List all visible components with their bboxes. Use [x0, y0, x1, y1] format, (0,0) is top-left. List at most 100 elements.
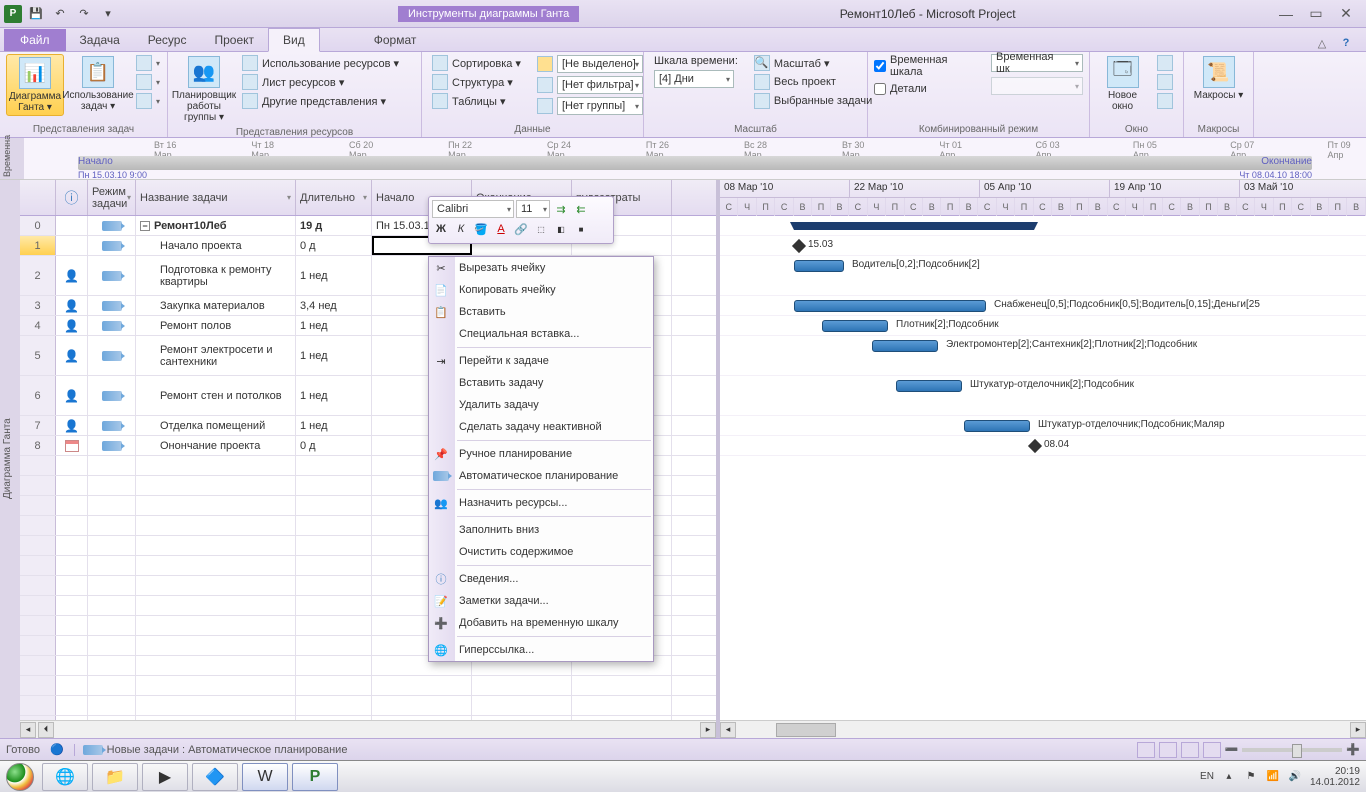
selected-tasks-button[interactable]: Выбранные задачи: [750, 92, 876, 110]
timeline-bar[interactable]: [78, 156, 1312, 170]
switch-windows-button[interactable]: [1153, 54, 1177, 72]
ctx-manual-schedule[interactable]: 📌Ручное планирование: [429, 443, 653, 465]
save-icon[interactable]: 💾: [26, 4, 46, 24]
zoom-out-icon[interactable]: ➖: [1225, 743, 1239, 756]
ctx-hyperlink[interactable]: 🌐Гиперссылка...: [429, 639, 653, 661]
milestone-marker[interactable]: [1028, 439, 1042, 453]
unlink-tasks-icon[interactable]: ⇇: [572, 200, 590, 218]
font-family-combo[interactable]: Calibri: [432, 200, 514, 218]
tray-lang[interactable]: EN: [1200, 771, 1214, 782]
zoom-in-icon[interactable]: ➕: [1346, 743, 1360, 756]
status-new-tasks[interactable]: Новые задачи : Автоматическое планирован…: [74, 744, 348, 756]
scroll-right-icon[interactable]: ▸: [700, 722, 716, 738]
sort-button[interactable]: Сортировка ▾: [428, 54, 525, 72]
tray-flag-icon[interactable]: ⚑: [1244, 770, 1258, 784]
view-gantt-icon[interactable]: [1137, 742, 1155, 758]
view-side-tab[interactable]: Диаграмма Ганта: [0, 180, 20, 738]
taskbar-explorer[interactable]: 📁: [92, 763, 138, 791]
taskbar-project[interactable]: P: [292, 763, 338, 791]
redo-icon[interactable]: ↷: [74, 4, 94, 24]
ctx-cut[interactable]: ✂Вырезать ячейку: [429, 257, 653, 279]
maximize-icon[interactable]: ▭: [1306, 6, 1326, 22]
zoom-button[interactable]: 🔍Масштаб ▾: [750, 54, 876, 72]
view-usage-icon[interactable]: [1159, 742, 1177, 758]
team-planner-button[interactable]: 👥 Планировщик работы группы ▾: [174, 54, 234, 125]
gantt-chart-button[interactable]: 📊 Диаграмма Ганта ▾: [6, 54, 64, 116]
tray-volume-icon[interactable]: 🔊: [1288, 770, 1302, 784]
percent-100-icon[interactable]: ■: [572, 220, 590, 238]
tab-resource[interactable]: Ресурс: [134, 29, 201, 51]
tray-show-hidden-icon[interactable]: ▴: [1222, 770, 1236, 784]
ctx-inactivate-task[interactable]: Сделать задачу неактивной: [429, 416, 653, 438]
other-task-views-button[interactable]: ▾: [132, 92, 164, 110]
help-icon[interactable]: ?: [1338, 35, 1354, 51]
tab-view[interactable]: Вид: [268, 28, 320, 52]
new-window-button[interactable]: 🗔 Новое окно: [1096, 54, 1149, 114]
col-indicators[interactable]: ⓘ: [56, 180, 88, 215]
resource-sheet-button[interactable]: Лист ресурсов ▾: [238, 73, 403, 91]
other-resource-views-button[interactable]: Другие представления ▾: [238, 92, 403, 110]
collapse-icon[interactable]: −: [140, 221, 150, 231]
col-task-mode[interactable]: Режим задачи▾: [88, 180, 136, 215]
ctx-auto-schedule[interactable]: Автоматическое планирование: [429, 465, 653, 487]
percent-50-icon[interactable]: ◧: [552, 220, 570, 238]
fill-color-icon[interactable]: 🪣: [472, 220, 490, 238]
tab-format[interactable]: Формат: [360, 29, 431, 51]
task-bar[interactable]: [964, 420, 1030, 432]
task-bar[interactable]: [794, 300, 986, 312]
col-task-name[interactable]: Название задачи▾: [136, 180, 296, 215]
view-sheet-icon[interactable]: [1203, 742, 1221, 758]
close-icon[interactable]: ✕: [1336, 6, 1356, 22]
tray-network-icon[interactable]: 📶: [1266, 770, 1280, 784]
col-rownum[interactable]: [20, 180, 56, 215]
font-size-combo[interactable]: 11: [516, 200, 550, 218]
summary-bar[interactable]: [794, 222, 1034, 230]
task-usage-button[interactable]: 📋 Использование задач ▾: [68, 54, 128, 114]
ctx-copy[interactable]: 📄Копировать ячейку: [429, 279, 653, 301]
link-icon[interactable]: 🔗: [512, 220, 530, 238]
tab-task[interactable]: Задача: [66, 29, 134, 51]
gantt-timescale[interactable]: 08 Мар '1022 Мар '1005 Апр '1019 Апр '10…: [720, 180, 1366, 216]
qat-dropdown-icon[interactable]: ▾: [98, 4, 118, 24]
task-bar[interactable]: [822, 320, 888, 332]
tab-project[interactable]: Проект: [200, 29, 268, 51]
ctx-add-to-timeline[interactable]: ➕Добавить на временную шкалу: [429, 612, 653, 634]
minimize-icon[interactable]: ―: [1276, 6, 1296, 22]
ctx-notes[interactable]: 📝Заметки задачи...: [429, 590, 653, 612]
timescale-combo[interactable]: [4] Дни: [650, 69, 742, 89]
highlight-filter[interactable]: [Не выделено]: [533, 54, 647, 74]
ctx-paste-special[interactable]: Специальная вставка...: [429, 323, 653, 345]
gantt-scroll-left-icon[interactable]: ◂: [720, 722, 736, 738]
taskbar-word[interactable]: W: [242, 763, 288, 791]
gantt-body[interactable]: 15.03Водитель[0,2];Подсобник[2]Снабженец…: [720, 216, 1366, 456]
outline-button[interactable]: Структура ▾: [428, 73, 525, 91]
arrange-all-button[interactable]: [1153, 73, 1177, 91]
ctx-information[interactable]: ⓘСведения...: [429, 568, 653, 590]
hide-button[interactable]: [1153, 92, 1177, 110]
task-bar[interactable]: [896, 380, 962, 392]
italic-icon[interactable]: К: [452, 220, 470, 238]
ctx-delete-task[interactable]: Удалить задачу: [429, 394, 653, 416]
font-color-icon[interactable]: А: [492, 220, 510, 238]
view-team-icon[interactable]: [1181, 742, 1199, 758]
taskbar-ie[interactable]: 🌐: [42, 763, 88, 791]
tables-button[interactable]: Таблицы ▾: [428, 92, 525, 110]
ctx-scroll-to-task[interactable]: ⇥Перейти к задаче: [429, 350, 653, 372]
network-diagram-button[interactable]: ▾: [132, 54, 164, 72]
minimize-ribbon-icon[interactable]: △: [1314, 35, 1330, 51]
taskbar-app1[interactable]: 🔷: [192, 763, 238, 791]
resource-usage-button[interactable]: Использование ресурсов ▾: [238, 54, 403, 72]
link-tasks-icon[interactable]: ⇉: [552, 200, 570, 218]
entire-project-button[interactable]: Весь проект: [750, 73, 876, 91]
gantt-scroll-thumb[interactable]: [776, 723, 836, 737]
bold-icon[interactable]: Ж: [432, 220, 450, 238]
task-bar[interactable]: [794, 260, 844, 272]
scroll-left-icon[interactable]: ◂: [20, 722, 36, 738]
gantt-scroll-right-icon[interactable]: ▸: [1350, 722, 1366, 738]
ctx-fill-down[interactable]: Заполнить вниз: [429, 519, 653, 541]
details-checkbox[interactable]: Детали: [874, 83, 983, 95]
ctx-insert-task[interactable]: Вставить задачу: [429, 372, 653, 394]
zoom-slider[interactable]: [1242, 748, 1342, 752]
tray-clock[interactable]: 20:1914.01.2012: [1310, 766, 1360, 788]
gantt-hscroll[interactable]: ◂ ▸: [720, 720, 1366, 738]
